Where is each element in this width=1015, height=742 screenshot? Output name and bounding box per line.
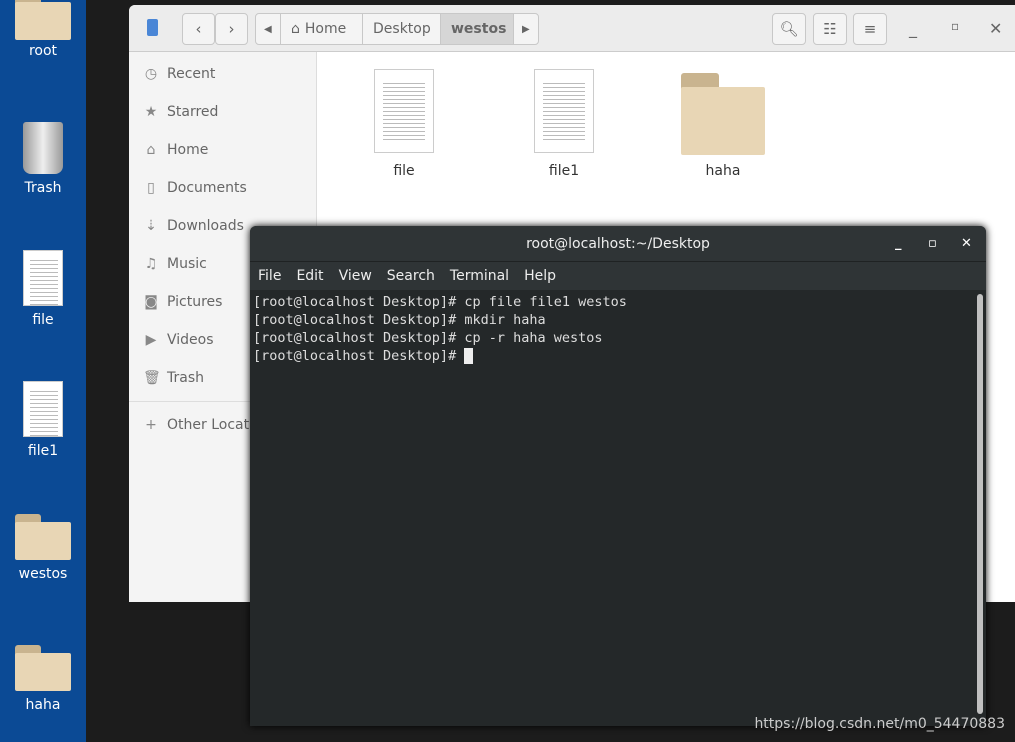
- file-item-haha[interactable]: haha: [673, 67, 773, 179]
- maximize-button[interactable]: ▫: [951, 19, 959, 33]
- close-button[interactable]: ✕: [989, 19, 1002, 38]
- trash-icon: [23, 122, 63, 174]
- desktop-strip: root Trash file file1 westos haha: [0, 0, 86, 742]
- back-button[interactable]: ‹: [182, 13, 215, 45]
- list-view-icon: ☷: [823, 20, 837, 38]
- search-button[interactable]: 🔍︎: [772, 13, 806, 45]
- desktop-icon-file1[interactable]: file1: [0, 381, 86, 459]
- plus-icon: +: [145, 417, 157, 433]
- camera-icon: ◙: [144, 294, 158, 310]
- sidebar-item-documents[interactable]: ▯ Documents: [129, 169, 316, 207]
- clock-icon: ◷: [144, 66, 158, 82]
- minimize-button[interactable]: _: [895, 236, 902, 251]
- icon-label: Trash: [24, 180, 62, 196]
- video-icon: ▶: [145, 332, 157, 348]
- menu-edit[interactable]: Edit: [296, 268, 323, 284]
- menu-search[interactable]: Search: [387, 268, 435, 284]
- view-toggle-button[interactable]: ☷: [813, 13, 847, 45]
- folder-icon: [15, 645, 71, 691]
- sidebar-label: Downloads: [167, 218, 244, 234]
- terminal-output[interactable]: [root@localhost Desktop]# cp file file1 …: [250, 290, 986, 726]
- document-icon: [23, 250, 63, 306]
- item-label: haha: [705, 163, 741, 179]
- icon-label: file: [32, 312, 54, 328]
- desktop-icon-root[interactable]: root: [0, 0, 86, 59]
- sidebar-label: Pictures: [167, 294, 223, 310]
- menu-button[interactable]: ≡: [853, 13, 887, 45]
- path-westos[interactable]: westos: [441, 14, 514, 44]
- home-icon: ⌂: [146, 142, 156, 158]
- maximize-button[interactable]: ▫: [928, 236, 937, 251]
- home-icon: ⌂: [291, 21, 300, 37]
- file-item-file[interactable]: file: [354, 67, 454, 179]
- window-title: root@localhost:~/Desktop: [526, 235, 710, 252]
- terminal-titlebar: root@localhost:~/Desktop _ ▫ ✕: [250, 226, 986, 262]
- sidebar-label: Music: [167, 256, 207, 272]
- folder-icon: [681, 73, 765, 155]
- music-icon: ♫: [144, 256, 158, 272]
- folder-icon: [15, 514, 71, 560]
- document-icon: [23, 381, 63, 437]
- close-button[interactable]: ✕: [961, 236, 972, 251]
- terminal-line: [root@localhost Desktop]# cp -r haha wes…: [253, 330, 603, 346]
- terminal-menubar: File Edit View Search Terminal Help: [250, 262, 986, 290]
- search-icon: 🔍︎: [779, 20, 799, 38]
- icon-label: file1: [27, 443, 59, 459]
- document-icon: [374, 69, 434, 153]
- desktop-icon-file[interactable]: file: [0, 250, 86, 328]
- item-label: file1: [548, 163, 580, 179]
- terminal-line: [root@localhost Desktop]# cp file file1 …: [253, 294, 627, 310]
- terminal-window: root@localhost:~/Desktop _ ▫ ✕ File Edit…: [250, 226, 986, 726]
- menu-file[interactable]: File: [258, 268, 281, 284]
- icon-label: haha: [25, 697, 61, 713]
- sidebar-label: Videos: [167, 332, 214, 348]
- menu-help[interactable]: Help: [524, 268, 556, 284]
- header-bar: ‹ › ◀ ⌂ Home Desktop westos ▶ 🔍︎ ☷ ≡ _ ▫ …: [129, 5, 1015, 52]
- sidebar-label: Starred: [167, 104, 219, 120]
- desktop-icon-westos[interactable]: westos: [0, 514, 86, 582]
- hamburger-icon: ≡: [863, 20, 877, 38]
- desktop-icon-haha[interactable]: haha: [0, 645, 86, 713]
- icon-label: westos: [18, 566, 68, 582]
- file-item-file1[interactable]: file1: [514, 67, 614, 179]
- terminal-prompt: [root@localhost Desktop]#: [253, 348, 465, 364]
- icon-label: root: [28, 43, 58, 59]
- sidebar-label: Trash: [167, 370, 204, 386]
- document-icon: ▯: [147, 180, 155, 196]
- sidebar-label: Home: [167, 142, 209, 158]
- download-icon: ⇣: [145, 218, 157, 234]
- sidebar-label: Recent: [167, 66, 216, 82]
- forward-button[interactable]: ›: [215, 13, 248, 45]
- sidebar-label: Documents: [167, 180, 247, 196]
- terminal-line: [root@localhost Desktop]# mkdir haha: [253, 312, 546, 328]
- document-icon: [534, 69, 594, 153]
- minimize-button[interactable]: _: [909, 19, 917, 38]
- scrollbar[interactable]: [977, 294, 983, 714]
- star-icon: ★: [144, 104, 158, 120]
- trash-icon: 🗑︎: [143, 370, 161, 386]
- path-desktop[interactable]: Desktop: [363, 14, 441, 44]
- path-bar: ◀ ⌂ Home Desktop westos ▶: [255, 13, 539, 45]
- watermark: https://blog.csdn.net/m0_54470883: [754, 716, 1005, 732]
- path-home[interactable]: ⌂ Home: [281, 14, 363, 44]
- files-app-icon: [147, 19, 158, 36]
- path-scroll-right[interactable]: ▶: [514, 14, 538, 44]
- menu-view[interactable]: View: [339, 268, 372, 284]
- sidebar-item-starred[interactable]: ★ Starred: [129, 93, 316, 131]
- crumb-label: Home: [304, 21, 347, 37]
- item-label: file: [393, 163, 415, 179]
- cursor: [464, 348, 474, 364]
- sidebar-item-recent[interactable]: ◷ Recent: [129, 55, 316, 93]
- sidebar-item-home[interactable]: ⌂ Home: [129, 131, 316, 169]
- path-scroll-left[interactable]: ◀: [256, 14, 281, 44]
- desktop-icon-trash[interactable]: Trash: [0, 122, 86, 196]
- menu-terminal[interactable]: Terminal: [450, 268, 509, 284]
